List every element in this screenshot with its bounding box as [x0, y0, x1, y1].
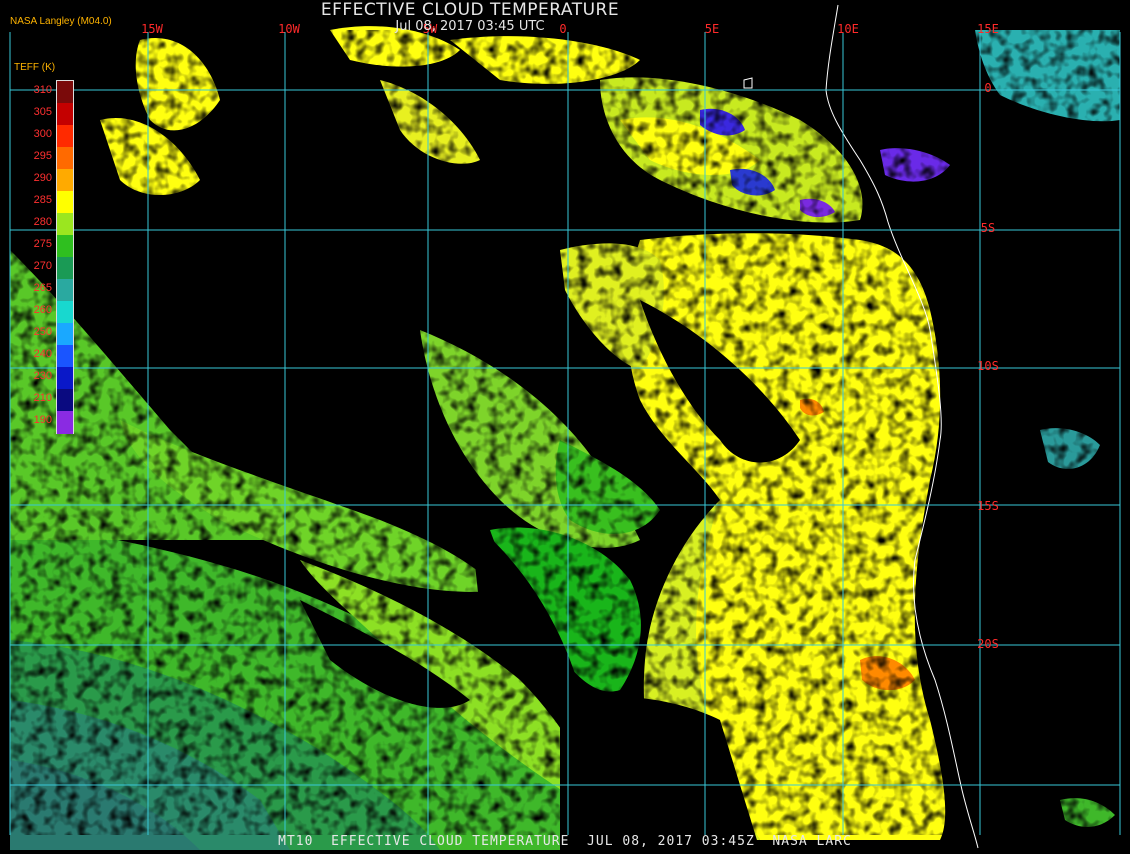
legend-label-285: 285 [33, 194, 52, 206]
latitude-label: 20S [977, 637, 999, 651]
cloud-temperature-map: 15W 10W 5W 0 5E 10E 15E05S10S15S20S [0, 0, 1130, 850]
source-label: NASA Langley (M04.0) [10, 16, 112, 27]
legend-swatch-190 [57, 411, 73, 434]
legend-swatch-310 [57, 81, 73, 104]
legend-swatch-305 [57, 103, 73, 126]
color-legend [56, 80, 74, 434]
legend-label-275: 275 [33, 238, 52, 250]
legend-label-280: 280 [33, 216, 52, 228]
legend-swatch-240 [57, 345, 73, 368]
legend-swatch-300 [57, 125, 73, 148]
map-timestamp: Jul 08, 2017 03:45 UTC [395, 19, 545, 34]
legend-swatch-285 [57, 191, 73, 214]
legend-label-210: 210 [33, 392, 52, 404]
legend-swatch-210 [57, 389, 73, 412]
legend-swatch-275 [57, 235, 73, 258]
legend-swatch-295 [57, 147, 73, 170]
legend-label-240: 240 [33, 348, 52, 360]
legend-label-305: 305 [33, 106, 52, 118]
legend-swatch-260 [57, 301, 73, 324]
legend-label-290: 290 [33, 172, 52, 184]
legend-label-295: 295 [33, 150, 52, 162]
longitude-label: 15E [977, 22, 999, 36]
legend-swatch-230 [57, 367, 73, 390]
legend-swatch-265 [57, 279, 73, 302]
legend-swatch-270 [57, 257, 73, 280]
footer-caption: MT10 EFFECTIVE CLOUD TEMPERATURE JUL 08,… [278, 834, 852, 849]
legend-label-270: 270 [33, 260, 52, 272]
map-title: EFFECTIVE CLOUD TEMPERATURE [320, 0, 620, 20]
legend-title: TEFF (K) [14, 62, 56, 73]
satellite-map: 15W 10W 5W 0 5E 10E 15E 0 5S 10S 15S 20S EFFECTIVE … [0, 0, 1130, 850]
legend-label-300: 300 [33, 128, 52, 140]
legend-label-265: 265 [33, 282, 52, 294]
latitude-label: 0 [984, 81, 991, 95]
latitude-label: 5S [981, 221, 995, 235]
latitude-label: 15S [977, 499, 999, 513]
latitude-label: 10S [977, 359, 999, 373]
legend-swatch-250 [57, 323, 73, 346]
legend-label-260: 260 [33, 304, 52, 316]
legend-label-230: 230 [33, 370, 52, 382]
legend-swatch-280 [57, 213, 73, 236]
legend-label-250: 250 [33, 326, 52, 338]
legend-label-310: 310 [33, 84, 52, 96]
legend-label-190: 190 [33, 414, 52, 426]
legend-swatch-290 [57, 169, 73, 192]
